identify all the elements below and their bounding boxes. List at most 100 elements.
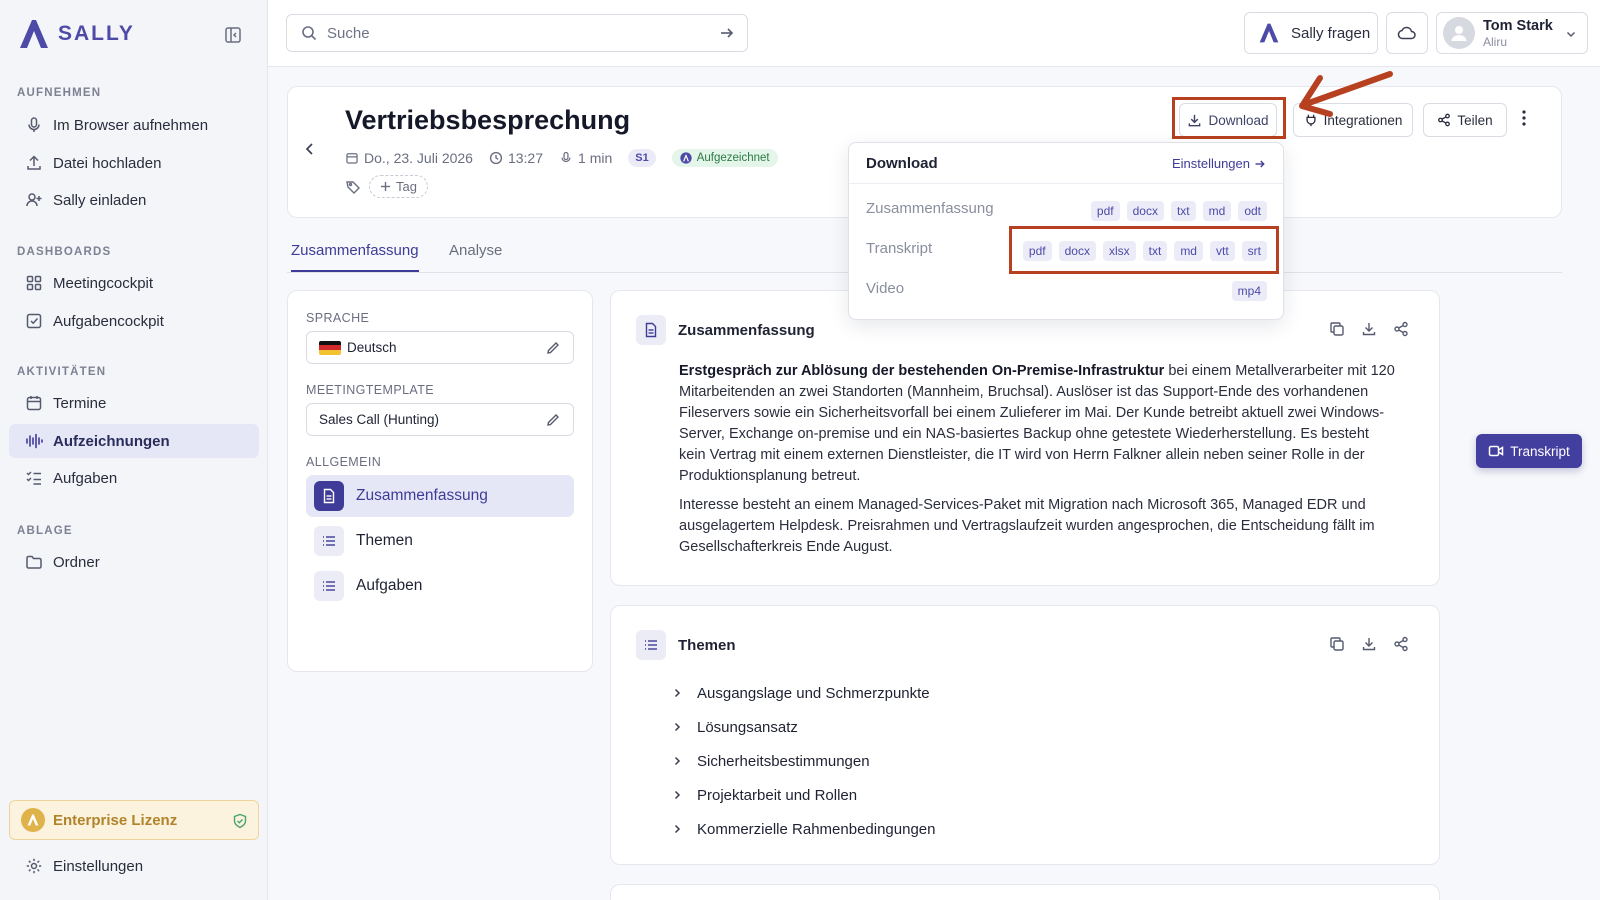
gear-icon <box>26 858 42 874</box>
panel-item-label: Themen <box>356 532 413 549</box>
clock-icon <box>489 151 503 165</box>
tasklist-icon <box>26 471 41 485</box>
topics-title: Themen <box>678 636 736 654</box>
meeting-time: 13:27 <box>489 150 543 166</box>
chevron-right-icon <box>674 824 681 834</box>
share-icon[interactable] <box>1393 636 1409 652</box>
panel-item-themen[interactable]: Themen <box>306 520 574 562</box>
copy-icon[interactable] <box>1329 321 1345 337</box>
topic-label: Ausgangslage und Schmerzpunkte <box>697 684 930 702</box>
pencil-icon[interactable] <box>545 412 561 428</box>
sidebar-item-aufgaben[interactable]: Aufgaben <box>9 461 259 495</box>
brand-name: SALLY <box>58 22 135 45</box>
topics-actions <box>1329 636 1409 652</box>
german-flag-icon <box>319 340 341 355</box>
list-icon <box>636 630 666 660</box>
add-tag-button[interactable]: Tag <box>369 175 428 198</box>
sidebar: SALLY AUFNEHMEN Im Browser aufnehmen Dat… <box>0 0 268 900</box>
transcript-button[interactable]: Transkript <box>1476 434 1582 468</box>
template-select[interactable]: Sales Call (Hunting) <box>306 403 574 436</box>
topic-label: Kommerzielle Rahmenbedingungen <box>697 820 936 838</box>
brand-logo[interactable]: SALLY <box>16 16 135 52</box>
tab-analyse[interactable]: Analyse <box>449 242 502 270</box>
chevron-right-icon <box>674 688 681 698</box>
search-input[interactable]: Suche <box>286 14 748 52</box>
summary-lead: Erstgespräch zur Ablösung der bestehende… <box>679 363 1165 379</box>
format-button[interactable]: mp4 <box>1231 281 1267 301</box>
sidebar-toggle-icon <box>225 27 241 43</box>
highlight-transcript-formats-box <box>1009 226 1279 274</box>
microphone-icon <box>561 151 571 163</box>
share-icon[interactable] <box>1393 321 1409 337</box>
summary-p1-text: bei einem Metallverarbeiter mit 120 Mita… <box>679 363 1395 484</box>
sidebar-collapse-button[interactable] <box>222 24 244 46</box>
template-value: Sales Call (Hunting) <box>319 412 440 427</box>
list-item[interactable]: Ausgangslage und Schmerzpunkte <box>671 676 935 710</box>
sidebar-item-meetingcockpit[interactable]: Meetingcockpit <box>9 266 259 300</box>
panel-item-aufgaben[interactable]: Aufgaben <box>306 565 574 607</box>
download-settings-label: Einstellungen <box>1171 156 1250 171</box>
format-button[interactable]: docx <box>1126 201 1164 221</box>
chevron-left-icon[interactable] <box>302 141 318 157</box>
waveform-icon <box>26 433 43 449</box>
section-title-aufnehmen: AUFNEHMEN <box>17 87 102 99</box>
meeting-duration-text: 1 min <box>578 150 613 166</box>
arrow-right-icon[interactable] <box>719 25 735 41</box>
sidebar-item-ordner[interactable]: Ordner <box>9 545 259 579</box>
more-vertical-icon[interactable] <box>1516 109 1532 127</box>
download-row-transcript-label: Transkript <box>866 240 933 257</box>
format-button[interactable]: pdf <box>1090 201 1120 221</box>
download-settings-link[interactable]: Einstellungen <box>1172 156 1266 171</box>
sidebar-item-upload[interactable]: Datei hochladen <box>9 146 259 180</box>
list-icon <box>314 526 344 556</box>
meeting-meta: Do., 23. Juli 2026 13:27 1 min S1 Aufgez… <box>345 149 778 167</box>
share-button[interactable]: Teilen <box>1423 103 1507 137</box>
sidebar-item-label: Aufgaben <box>53 469 118 487</box>
topic-label: Projektarbeit und Rollen <box>697 786 858 804</box>
license-logo-icon <box>21 808 45 832</box>
tab-zusammenfassung[interactable]: Zusammenfassung <box>291 242 419 272</box>
sidebar-item-label: Aufgabencockpit <box>53 312 164 330</box>
topic-list: Ausgangslage und Schmerzpunkte Lösungsan… <box>671 676 935 846</box>
topbar: Suche Sally fragen Tom Stark Aliru <box>268 0 1600 67</box>
license-badge[interactable]: Enterprise Lizenz <box>9 800 259 840</box>
tag-row: Tag <box>345 175 428 198</box>
sidebar-item-einstellungen[interactable]: Einstellungen <box>9 849 259 883</box>
meeting-date-text: Do., 23. Juli 2026 <box>364 150 473 166</box>
sidebar-item-invite-sally[interactable]: Sally einladen <box>9 183 259 217</box>
sidebar-item-label: Datei hochladen <box>53 154 162 172</box>
copy-icon[interactable] <box>1329 636 1345 652</box>
sidebar-item-browser-record[interactable]: Im Browser aufnehmen <box>9 108 259 142</box>
list-item[interactable]: Projektarbeit und Rollen <box>671 778 935 812</box>
pencil-icon[interactable] <box>545 340 561 356</box>
calendar-icon <box>26 396 42 411</box>
ask-sally-button[interactable]: Sally fragen <box>1244 12 1378 54</box>
format-button[interactable]: md <box>1202 201 1232 221</box>
download-icon[interactable] <box>1361 321 1377 337</box>
format-button[interactable]: txt <box>1170 201 1196 221</box>
format-button[interactable]: odt <box>1238 201 1267 221</box>
plus-icon <box>380 181 391 192</box>
cloud-sync-button[interactable] <box>1386 12 1428 54</box>
panel-item-label: Aufgaben <box>356 577 423 594</box>
language-select[interactable]: Deutsch <box>306 331 574 364</box>
sally-logo-icon <box>20 20 48 48</box>
annotation-arrow <box>1299 71 1393 117</box>
list-item[interactable]: Sicherheitsbestimmungen <box>671 744 935 778</box>
license-label: Enterprise Lizenz <box>53 811 178 829</box>
highlight-download-box <box>1172 97 1286 139</box>
list-item[interactable]: Kommerzielle Rahmenbedingungen <box>671 812 935 846</box>
user-menu[interactable]: Tom Stark Aliru <box>1436 12 1588 54</box>
download-icon[interactable] <box>1361 636 1377 652</box>
sally-logo-icon <box>680 152 692 164</box>
summary-paragraph-2: Interesse besteht an einem Managed-Servi… <box>679 497 1375 555</box>
list-icon <box>314 571 344 601</box>
list-item[interactable]: Lösungsansatz <box>671 710 935 744</box>
sidebar-item-termine[interactable]: Termine <box>9 386 259 420</box>
sidebar-item-aufgabencockpit[interactable]: Aufgabencockpit <box>9 304 259 338</box>
sidebar-item-aufzeichnungen[interactable]: Aufzeichnungen <box>9 424 259 458</box>
topics-card-header: Themen <box>636 630 736 660</box>
calendar-icon <box>346 153 358 164</box>
panel-item-zusammenfassung[interactable]: Zusammenfassung <box>306 475 574 517</box>
grid-icon <box>26 275 42 291</box>
